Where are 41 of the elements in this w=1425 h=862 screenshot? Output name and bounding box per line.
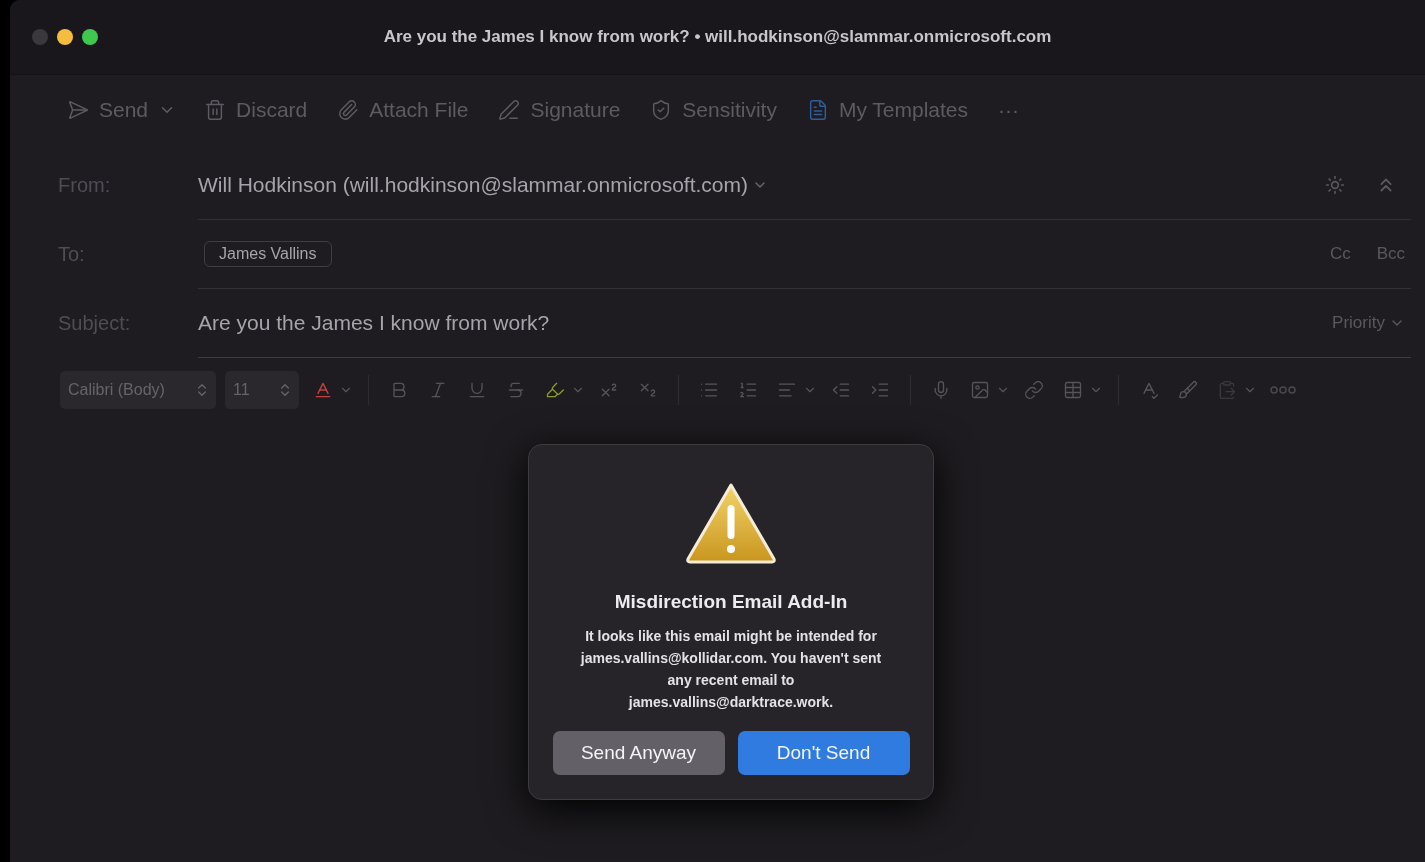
trash-icon — [204, 99, 227, 121]
discard-button[interactable]: Discard — [202, 94, 310, 126]
font-select[interactable]: Calibri (Body) — [60, 371, 216, 409]
sun-icon[interactable] — [1325, 175, 1345, 195]
dialog-title: Misdirection Email Add-In — [614, 591, 848, 613]
send-icon — [67, 99, 89, 121]
window-title: Are you the James I know from work? • will.hodkinson@slammar.onmicrosoft.com — [383, 27, 1052, 46]
sensitivity-button[interactable]: Sensitivity — [648, 94, 779, 126]
templates-button[interactable]: My Templates — [804, 94, 971, 126]
minimize-window-button[interactable] — [57, 29, 73, 45]
size-select[interactable]: 11 — [225, 371, 299, 409]
close-window-button[interactable] — [32, 29, 48, 45]
send-button[interactable]: Send — [65, 94, 151, 126]
strikethrough-icon[interactable] — [506, 380, 526, 400]
zoom-window-button[interactable] — [82, 29, 98, 45]
signature-button[interactable]: Signature — [496, 94, 623, 126]
subject-field[interactable]: Are you the James I know from work? — [198, 311, 1313, 335]
attach-button[interactable]: Attach File — [335, 94, 471, 126]
send-anyway-button[interactable]: Send Anyway — [552, 731, 725, 775]
cc-button[interactable]: Cc — [1323, 244, 1357, 264]
bcc-button[interactable]: Bcc — [1370, 244, 1411, 264]
pen-icon — [498, 99, 521, 121]
highlighter-icon[interactable] — [545, 380, 565, 400]
message-body[interactable]: Misdirection Email Add-In It looks like this email might be intended for james.vallins@kollidar.com. You haven't sent any recent email to james.vallins@darktrace.work. Send Anyway Don't Send — [10, 422, 1425, 862]
image-icon[interactable] — [970, 380, 990, 400]
numbered-list-icon[interactable] — [738, 380, 758, 400]
recipient-chip[interactable]: James Vallins — [204, 241, 332, 267]
link-icon[interactable] — [1024, 380, 1044, 400]
subscript-icon[interactable] — [638, 380, 658, 400]
format-painter-icon[interactable] — [1178, 380, 1198, 400]
font-color-icon[interactable] — [313, 380, 333, 400]
underline-icon[interactable] — [467, 380, 487, 400]
table-icon[interactable] — [1063, 380, 1083, 400]
priority-button[interactable]: Priority — [1326, 313, 1411, 333]
dont-send-button[interactable]: Don't Send — [737, 731, 910, 775]
paste-icon[interactable] — [1217, 380, 1237, 400]
from-field[interactable]: Will Hodkinson (will.hodkinson@slammar.onmicrosoft.com) — [198, 173, 748, 197]
paperclip-icon — [337, 99, 360, 121]
warning-icon — [684, 481, 778, 565]
dialog-message: It looks like this email might be intended for james.vallins@kollidar.com. You haven't sent any recent email to james.vallins@darktrace.work. — [579, 627, 883, 712]
more-button[interactable]: ··· — [996, 94, 1022, 126]
